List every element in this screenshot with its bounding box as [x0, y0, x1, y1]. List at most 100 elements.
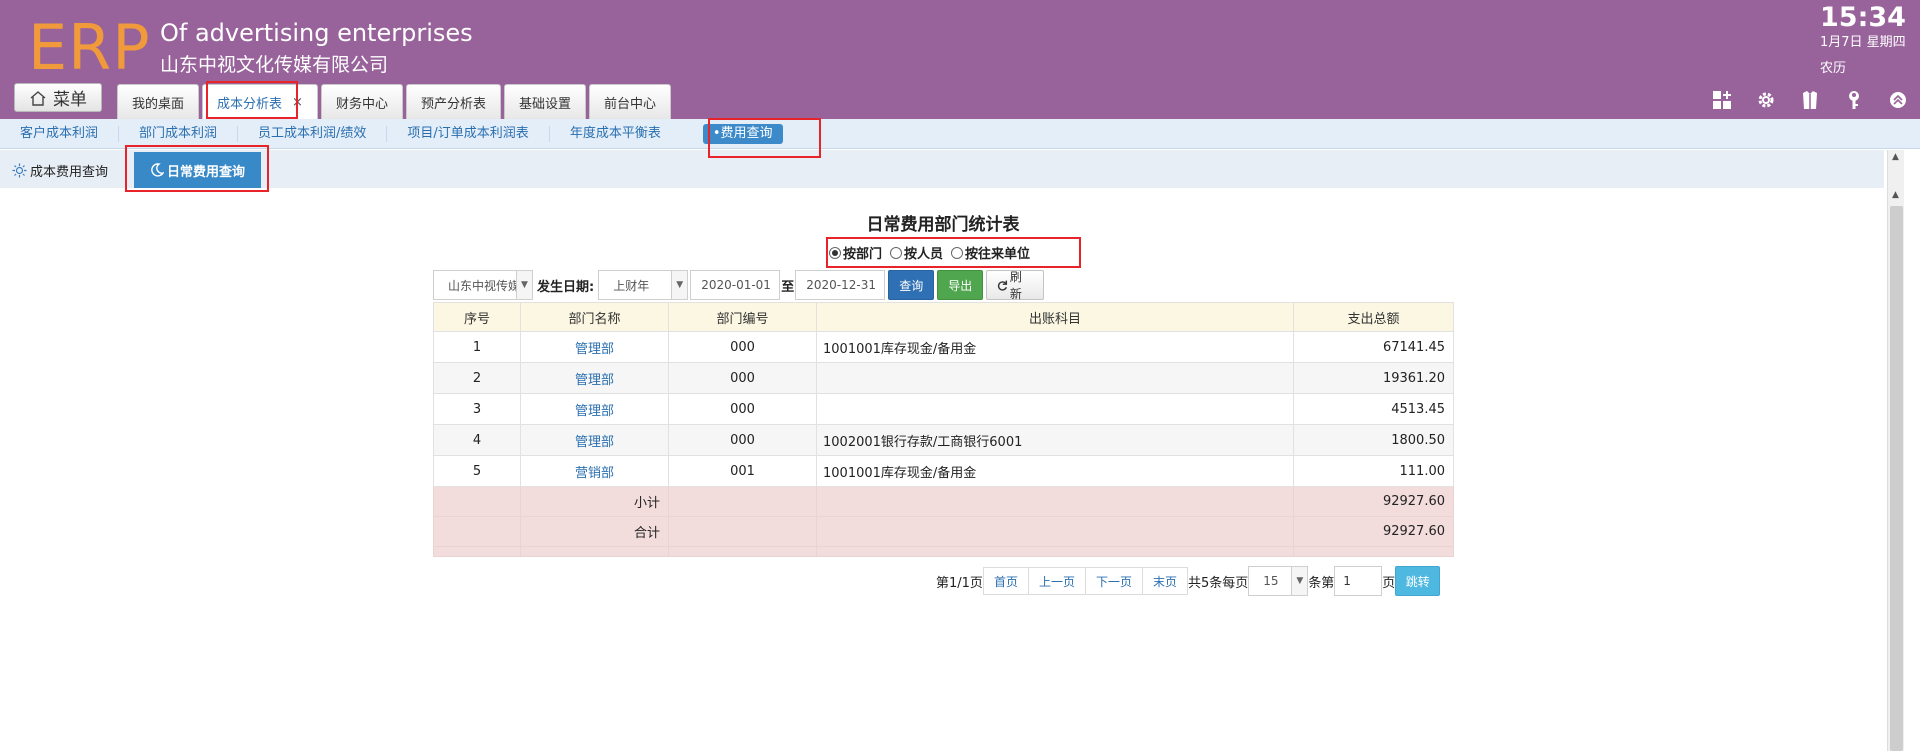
erp-app: ERP Of advertising enterprises 山东中视文化传媒有…	[0, 0, 1920, 751]
cell-code: 000	[668, 393, 817, 425]
table-row: 5 营销部 001 1001001库存现金/备用金 111.00	[433, 455, 1454, 487]
tab-finance-center[interactable]: 财务中心	[320, 84, 403, 119]
clock-time: 15:34	[1820, 2, 1906, 33]
period-select[interactable]: 上财年 ▼	[598, 270, 689, 300]
sub-nav-employee-cost-profit[interactable]: 员工成本利润/绩效	[238, 125, 388, 142]
vertical-scrollbar[interactable]: ▲ ▲	[1887, 150, 1904, 751]
inner-tab-daily-expense-query[interactable]: 日常费用查询	[134, 152, 262, 188]
erp-logo: ERP	[28, 11, 151, 84]
menu-button[interactable]: 菜单	[14, 83, 102, 112]
col-header-no: 序号	[433, 302, 521, 332]
subtotal-label: 小计	[520, 486, 669, 517]
cell-code: 000	[668, 362, 817, 394]
sub-nav: 客户成本利润 部门成本利润 员工成本利润/绩效 项目/订单成本利润表 年度成本平…	[0, 119, 1920, 149]
cell-account	[816, 362, 1294, 394]
close-icon[interactable]: ×	[292, 95, 303, 110]
inner-tab-label: 日常费用查询	[167, 164, 246, 180]
page-size-value: 15	[1263, 574, 1279, 588]
chevron-up-circle-icon[interactable]	[1888, 90, 1908, 110]
cell-empty	[520, 546, 669, 557]
total-count-text: 共5条每页	[1188, 575, 1249, 591]
start-date-input[interactable]	[690, 270, 781, 300]
cell-dept-link[interactable]: 管理部	[520, 362, 669, 394]
tab-front-desk[interactable]: 前台中心	[588, 84, 671, 119]
cell-no: 1	[433, 331, 521, 363]
radio-label: 按部门	[843, 247, 883, 262]
cell-empty	[433, 486, 521, 517]
prev-page-button[interactable]: 上一页	[1028, 567, 1086, 595]
inner-tab-cost-expense-query[interactable]: 成本费用查询	[0, 153, 120, 188]
cell-no: 3	[433, 393, 521, 425]
table-row: 2 管理部 000 19361.20	[433, 362, 1454, 394]
col-header-dept-code: 部门编号	[668, 302, 817, 332]
sun-icon	[12, 163, 27, 178]
next-page-button[interactable]: 下一页	[1085, 567, 1143, 595]
cell-empty	[816, 516, 1294, 547]
key-icon[interactable]	[1844, 90, 1864, 110]
scroll-up-arrow-icon[interactable]: ▲	[1892, 152, 1899, 162]
cell-dept-link[interactable]: 管理部	[520, 331, 669, 363]
tab-cost-analysis[interactable]: 成本分析表 ×	[202, 84, 318, 119]
home-icon	[30, 90, 46, 106]
sub-nav-expense-query[interactable]: •费用查询	[702, 123, 783, 144]
query-button[interactable]: 查询	[888, 270, 935, 300]
report-title: 日常费用部门统计表	[866, 215, 1020, 235]
sub-nav-annual-cost-balance[interactable]: 年度成本平衡表	[550, 126, 681, 142]
sub-nav-customer-cost-profit[interactable]: 客户成本利润	[0, 125, 120, 142]
radio-dot	[890, 246, 903, 259]
cell-empty	[668, 516, 817, 547]
scrollbar-thumb[interactable]	[1890, 206, 1903, 751]
total-value: 92927.60	[1293, 516, 1454, 547]
tab-pre-production-analysis[interactable]: 预产分析表	[405, 84, 501, 119]
lunar-calendar-link[interactable]: 农历	[1820, 60, 1846, 78]
grid-add-icon[interactable]	[1712, 90, 1732, 110]
refresh-button[interactable]: 刷新	[986, 270, 1045, 301]
moon-icon	[151, 163, 165, 177]
inner-tab-label: 成本费用查询	[30, 165, 109, 180]
cell-code: 001	[668, 455, 817, 487]
scroll-up-arrow-icon[interactable]: ▲	[1892, 190, 1899, 200]
goto-page-button[interactable]: 跳转	[1395, 566, 1441, 596]
cell-code: 000	[668, 331, 817, 363]
radio-dot	[951, 246, 964, 259]
to-label: 至	[781, 279, 795, 295]
cell-dept-link[interactable]: 管理部	[520, 424, 669, 456]
tab-basic-settings[interactable]: 基础设置	[503, 84, 586, 119]
refresh-icon	[998, 280, 1008, 291]
gear-icon[interactable]	[1756, 90, 1776, 110]
first-page-button[interactable]: 首页	[982, 567, 1029, 595]
tab-my-desktop[interactable]: 我的桌面	[117, 84, 200, 119]
cell-amount: 67141.45	[1293, 331, 1454, 363]
export-button[interactable]: 导出	[937, 270, 984, 300]
cell-dept-link[interactable]: 管理部	[520, 393, 669, 425]
cell-code: 000	[668, 424, 817, 456]
end-date-input[interactable]	[795, 270, 886, 300]
cell-empty	[433, 546, 521, 557]
goto-prefix: 条第	[1308, 575, 1335, 591]
pagination: 第1/1页 首页 上一页 下一页 末页 共5条每页 15 ▼ 条第 页 跳转	[936, 566, 1441, 596]
filter-row: 山东中视传媒 ▼ 发生日期: 上财年 ▼ 至 查询 导出 刷新	[433, 270, 1045, 301]
main-tabs: 我的桌面 成本分析表 × 财务中心 预产分析表 基础设置 前台中心	[117, 84, 671, 119]
table-row: 4 管理部 000 1002001银行存款/工商银行6001 1800.50	[433, 424, 1454, 456]
chevron-down-icon: ▼	[671, 271, 688, 299]
page-number-input[interactable]	[1334, 566, 1383, 596]
page-size-select[interactable]: 15 ▼	[1248, 566, 1309, 596]
cell-dept-link[interactable]: 营销部	[520, 455, 669, 487]
group-mode-radios: 按部门 按人员 按往来单位	[829, 243, 1030, 262]
expense-table: 序号 部门名称 部门编号 出账科目 支出总额 1 管理部 000 1001001…	[433, 302, 1454, 557]
header-toolbar	[1712, 90, 1908, 110]
sub-nav-project-order-cost[interactable]: 项目/订单成本利润表	[387, 125, 550, 142]
last-page-button[interactable]: 末页	[1142, 567, 1188, 595]
cell-empty	[668, 546, 817, 557]
tab-label: 我的桌面	[132, 96, 185, 112]
sub-nav-dept-cost-profit[interactable]: 部门成本利润	[119, 125, 239, 142]
radio-by-person[interactable]: 按人员	[890, 243, 943, 262]
shirt-icon[interactable]	[1800, 90, 1820, 110]
cell-empty	[668, 486, 817, 517]
company-select[interactable]: 山东中视传媒 ▼	[433, 270, 533, 300]
radio-by-partner[interactable]: 按往来单位	[951, 243, 1030, 262]
tab-label: 前台中心	[603, 96, 656, 112]
cell-account: 1002001银行存款/工商银行6001	[816, 424, 1294, 456]
tab-label: 财务中心	[335, 96, 388, 112]
radio-by-department[interactable]: 按部门	[829, 243, 882, 262]
